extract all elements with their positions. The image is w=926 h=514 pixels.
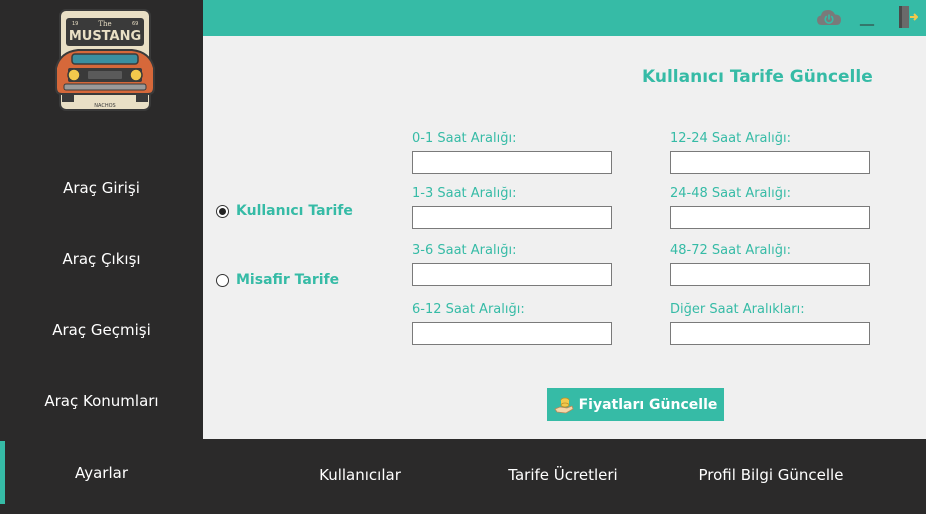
sidebar-item-label: Araç Konumları xyxy=(44,392,159,410)
logo-year-right: 69 xyxy=(132,21,138,27)
field-label: 1-3 Saat Aralığı: xyxy=(412,186,517,201)
app-window: The MUSTANG 19 69 NACHOS Araç Girişi Ara… xyxy=(0,0,926,514)
price-12-24-input[interactable] xyxy=(670,151,870,174)
price-0-1-input[interactable] xyxy=(412,151,612,174)
logo-main-text: MUSTANG xyxy=(69,29,141,44)
sidebar-item-arac-girisi[interactable]: Araç Girişi xyxy=(0,158,203,218)
logo-top-text: The xyxy=(98,20,111,28)
update-button-label: Fiyatları Güncelle xyxy=(578,396,718,413)
top-bar: __ xyxy=(203,0,926,36)
radio-label: Kullanıcı Tarife xyxy=(236,203,353,219)
field-label: 24-48 Saat Aralığı: xyxy=(670,186,791,201)
price-6-12-input[interactable] xyxy=(412,322,612,345)
exit-door-icon[interactable] xyxy=(895,4,919,30)
coins-hand-icon xyxy=(554,395,574,415)
sidebar-item-label: Araç Geçmişi xyxy=(52,321,151,339)
radio-kullanici-tarife[interactable]: Kullanıcı Tarife xyxy=(216,203,353,219)
price-48-72-input[interactable] xyxy=(670,263,870,286)
minimize-icon[interactable]: __ xyxy=(854,6,880,30)
radio-button[interactable] xyxy=(216,204,229,218)
field-label: 6-12 Saat Aralığı: xyxy=(412,302,525,317)
field-label: 3-6 Saat Aralığı: xyxy=(412,243,517,258)
update-prices-button[interactable]: Fiyatları Güncelle xyxy=(547,388,724,421)
sidebar-item-label: Araç Çıkışı xyxy=(62,250,141,268)
price-3-6-input[interactable] xyxy=(412,263,612,286)
bottom-tab-bar: Kullanıcılar Tarife Ücretleri Profil Bil… xyxy=(203,439,926,514)
sidebar-item-arac-cikisi[interactable]: Araç Çıkışı xyxy=(0,229,203,289)
radio-label: Misafir Tarife xyxy=(236,272,340,288)
tab-kullanicilar[interactable]: Kullanıcılar xyxy=(300,439,420,511)
sidebar: The MUSTANG 19 69 NACHOS Araç Girişi Ara… xyxy=(0,0,203,514)
radio-button[interactable] xyxy=(216,273,229,287)
field-label: Diğer Saat Aralıkları: xyxy=(670,302,805,317)
radio-misafir-tarife[interactable]: Misafir Tarife xyxy=(216,272,339,288)
sidebar-item-label: Ayarlar xyxy=(74,463,128,482)
sidebar-item-label: Araç Girişi xyxy=(63,179,140,197)
mustang-logo: The MUSTANG 19 69 NACHOS xyxy=(48,8,162,114)
tariff-form-panel: Kullanıcı Tarife Güncelle Kullanıcı Tari… xyxy=(203,36,926,439)
field-label: 0-1 Saat Aralığı: xyxy=(412,131,517,146)
field-label: 48-72 Saat Aralığı: xyxy=(670,243,791,258)
price-other-input[interactable] xyxy=(670,322,870,345)
field-label: 12-24 Saat Aralığı: xyxy=(670,131,791,146)
tab-profil-bilgi-guncelle[interactable]: Profil Bilgi Güncelle xyxy=(681,439,861,511)
logo-year-left: 19 xyxy=(72,21,78,27)
price-24-48-input[interactable] xyxy=(670,206,870,229)
tab-tarife-ucretleri[interactable]: Tarife Ücretleri xyxy=(493,439,633,511)
cloud-power-icon[interactable] xyxy=(815,6,843,30)
sidebar-item-arac-konumlari[interactable]: Araç Konumları xyxy=(0,371,203,431)
page-title: Kullanıcı Tarife Güncelle xyxy=(642,67,873,87)
sidebar-item-arac-gecmisi[interactable]: Araç Geçmişi xyxy=(0,300,203,360)
logo-bottom-text: NACHOS xyxy=(94,103,115,109)
price-1-3-input[interactable] xyxy=(412,206,612,229)
sidebar-item-ayarlar[interactable]: Ayarlar xyxy=(0,441,203,504)
